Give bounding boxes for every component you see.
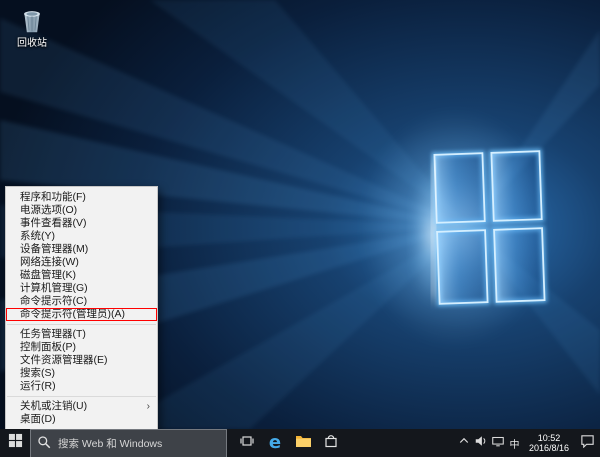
action-center-button[interactable] — [575, 429, 600, 457]
network-button[interactable] — [489, 429, 506, 457]
store-button[interactable] — [317, 429, 345, 457]
ime-language-label: 中 — [509, 439, 520, 451]
folder-icon — [295, 433, 312, 453]
winx-context-menu: 程序和功能(F) 电源选项(O) 事件查看器(V) 系统(Y) 设备管理器(M)… — [5, 186, 158, 431]
menu-item-file-explorer[interactable]: 文件资源管理器(E) — [6, 354, 157, 367]
recycle-bin-desktop-icon[interactable]: 回收站 — [6, 6, 58, 49]
recycle-bin-icon — [17, 6, 47, 36]
menu-item-power-options[interactable]: 电源选项(O) — [6, 204, 157, 217]
menu-item-label: 任务管理器(T) — [20, 328, 86, 340]
menu-item-disk-management[interactable]: 磁盘管理(K) — [6, 269, 157, 282]
menu-separator — [7, 396, 156, 397]
start-button[interactable] — [0, 429, 30, 457]
network-icon — [491, 434, 505, 453]
menu-item-label: 事件查看器(V) — [20, 217, 87, 229]
menu-item-label: 计算机管理(G) — [20, 282, 88, 294]
menu-item-command-prompt[interactable]: 命令提示符(C) — [6, 295, 157, 308]
menu-item-label: 命令提示符(管理员)(A) — [20, 308, 125, 320]
taskbar-search — [30, 429, 227, 457]
menu-item-run[interactable]: 运行(R) — [6, 380, 157, 393]
menu-item-task-manager[interactable]: 任务管理器(T) — [6, 328, 157, 341]
menu-item-label: 电源选项(O) — [20, 204, 78, 216]
volume-button[interactable] — [472, 429, 489, 457]
menu-item-label: 搜索(S) — [20, 367, 55, 379]
menu-item-control-panel[interactable]: 控制面板(P) — [6, 341, 157, 354]
menu-item-computer-management[interactable]: 计算机管理(G) — [6, 282, 157, 295]
menu-item-label: 程序和功能(F) — [20, 191, 86, 203]
menu-item-device-manager[interactable]: 设备管理器(M) — [6, 243, 157, 256]
menu-item-system[interactable]: 系统(Y) — [6, 230, 157, 243]
system-tray: 中 10:52 2016/8/16 — [455, 429, 600, 457]
store-bag-icon — [323, 433, 339, 454]
menu-item-search[interactable]: 搜索(S) — [6, 367, 157, 380]
menu-item-label: 桌面(D) — [20, 413, 56, 425]
edge-browser-button[interactable]: e — [261, 429, 289, 457]
edge-icon: e — [268, 432, 282, 453]
notification-icon — [580, 433, 595, 453]
windows-logo-icon — [8, 433, 23, 453]
menu-item-label: 系统(Y) — [20, 230, 55, 242]
menu-item-shutdown-or-signout[interactable]: 关机或注销(U) › — [6, 400, 157, 413]
menu-item-label: 网络连接(W) — [20, 256, 79, 268]
menu-item-label: 文件资源管理器(E) — [20, 354, 108, 366]
menu-item-command-prompt-admin[interactable]: 命令提示符(管理员)(A) — [6, 308, 157, 321]
speaker-icon — [474, 434, 488, 453]
clock-date: 2016/8/16 — [528, 443, 570, 453]
menu-separator — [7, 324, 156, 325]
taskbar: e — [0, 429, 600, 457]
menu-item-event-viewer[interactable]: 事件查看器(V) — [6, 217, 157, 230]
submenu-arrow-icon: › — [146, 401, 150, 412]
menu-item-label: 运行(R) — [20, 380, 56, 392]
menu-item-label: 磁盘管理(K) — [20, 269, 76, 281]
task-view-icon — [239, 433, 255, 454]
menu-item-label: 关机或注销(U) — [20, 400, 88, 412]
windows-desktop-screen: 回收站 程序和功能(F) 电源选项(O) 事件查看器(V) 系统(Y) 设备管理… — [0, 0, 600, 457]
task-view-button[interactable] — [233, 429, 261, 457]
taskbar-clock[interactable]: 10:52 2016/8/16 — [523, 429, 575, 457]
menu-item-label: 控制面板(P) — [20, 341, 76, 353]
chevron-up-icon — [458, 434, 470, 452]
menu-item-desktop[interactable]: 桌面(D) — [6, 413, 157, 426]
clock-time: 10:52 — [537, 432, 561, 443]
search-input[interactable] — [30, 429, 227, 457]
ime-indicator[interactable]: 中 — [506, 429, 523, 457]
file-explorer-button[interactable] — [289, 429, 317, 457]
menu-item-label: 设备管理器(M) — [20, 243, 89, 255]
tray-overflow-button[interactable] — [455, 429, 472, 457]
menu-item-label: 命令提示符(C) — [20, 295, 88, 307]
taskbar-app-icons: e — [233, 429, 345, 457]
recycle-bin-label: 回收站 — [17, 38, 47, 49]
menu-item-programs-and-features[interactable]: 程序和功能(F) — [6, 191, 157, 204]
menu-item-network-connections[interactable]: 网络连接(W) — [6, 256, 157, 269]
